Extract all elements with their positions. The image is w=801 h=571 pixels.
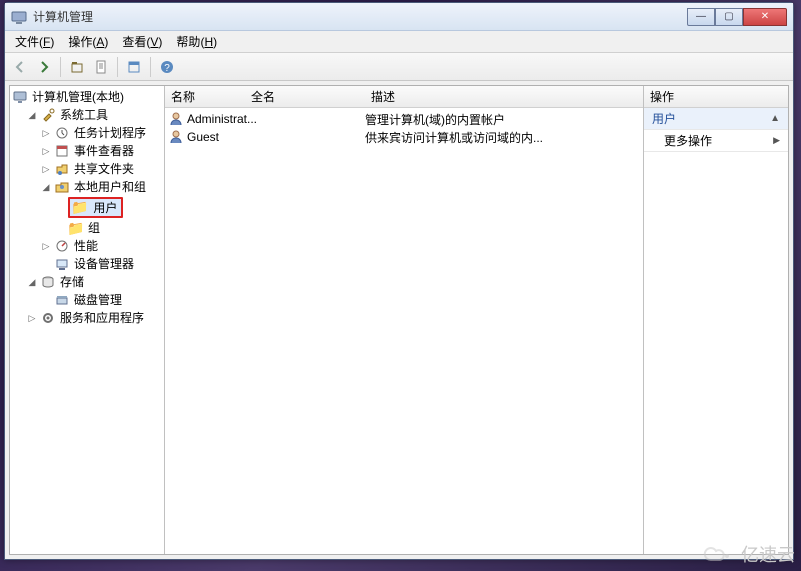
titlebar[interactable]: 计算机管理 — ▢ ✕ <box>5 3 793 31</box>
help-button[interactable]: ? <box>156 56 178 78</box>
tree-label: 存储 <box>58 274 86 290</box>
computer-icon <box>12 89 28 105</box>
actions-more[interactable]: 更多操作 ▶ <box>644 130 788 152</box>
window-title: 计算机管理 <box>33 8 687 25</box>
tree-diskmgr[interactable]: 磁盘管理 <box>38 292 164 308</box>
tree-label: 用户 <box>91 201 119 215</box>
actions-more-label: 更多操作 <box>664 132 712 149</box>
folder-icon: 📁 <box>72 199 88 215</box>
event-icon <box>54 143 70 159</box>
tree-label: 系统工具 <box>58 107 110 123</box>
tree-label: 磁盘管理 <box>72 292 124 308</box>
tree-storage[interactable]: ◢ 存储 <box>24 274 164 290</box>
menu-view[interactable]: 查看(V) <box>116 31 168 52</box>
actions-heading[interactable]: 用户 ▲ <box>644 108 788 130</box>
forward-button[interactable] <box>33 56 55 78</box>
expand-icon[interactable]: ◢ <box>40 179 52 195</box>
toolbar: ? <box>5 53 793 81</box>
user-desc: 供来宾访问计算机或访问域的内... <box>365 129 643 146</box>
column-name[interactable]: 名称 <box>165 88 245 105</box>
share-icon <box>54 161 70 177</box>
tree-label: 任务计划程序 <box>72 125 148 141</box>
user-name: Administrat... <box>187 112 257 126</box>
computer-management-window: 计算机管理 — ▢ ✕ 文件(F) 操作(A) 查看(V) 帮助(H) ? <box>4 2 794 560</box>
column-description[interactable]: 描述 <box>365 88 643 105</box>
window-buttons: — ▢ ✕ <box>687 8 787 26</box>
chevron-up-icon: ▲ <box>770 113 780 124</box>
tree-system-tools[interactable]: ◢ 系统工具 <box>24 107 164 123</box>
expand-icon[interactable]: ◢ <box>26 274 38 290</box>
storage-icon <box>40 274 56 290</box>
toolbar-separator <box>117 57 118 77</box>
disk-icon <box>54 292 70 308</box>
tree-label: 事件查看器 <box>72 143 136 159</box>
user-icon <box>169 111 183 128</box>
tree-devmgr[interactable]: 设备管理器 <box>38 256 164 272</box>
list-pane: 名称 全名 描述 Administrat... 管理计算机(域)的内置帐户 G <box>165 86 644 554</box>
tree-users[interactable]: 📁 用户 <box>52 197 164 218</box>
back-button[interactable] <box>9 56 31 78</box>
collapse-icon[interactable]: ▷ <box>40 143 52 159</box>
menu-action[interactable]: 操作(A) <box>62 31 114 52</box>
tree-eventviewer[interactable]: ▷ 事件查看器 <box>38 143 164 159</box>
user-name: Guest <box>187 130 219 144</box>
services-icon <box>40 310 56 326</box>
tree-label: 性能 <box>72 238 100 254</box>
up-button[interactable] <box>66 56 88 78</box>
tree-label: 设备管理器 <box>72 256 136 272</box>
tree-services[interactable]: ▷ 服务和应用程序 <box>24 310 164 326</box>
collapse-icon[interactable]: ▷ <box>26 310 38 326</box>
list-header[interactable]: 名称 全名 描述 <box>165 86 643 108</box>
menu-help[interactable]: 帮助(H) <box>170 31 223 52</box>
tools-icon <box>40 107 56 123</box>
tree-label: 计算机管理(本地) <box>30 89 126 105</box>
clock-icon <box>54 125 70 141</box>
app-icon <box>11 9 27 25</box>
tree-pane[interactable]: 计算机管理(本地) ◢ 系统工具 ▷ 任务计划程序 <box>10 86 165 554</box>
folder-icon: 📁 <box>68 220 84 236</box>
tree-label: 共享文件夹 <box>72 161 136 177</box>
perf-icon <box>54 238 70 254</box>
users-folder-icon <box>54 179 70 195</box>
user-desc: 管理计算机(域)的内置帐户 <box>365 111 643 128</box>
collapse-icon[interactable]: ▷ <box>40 238 52 254</box>
toolbar-separator <box>150 57 151 77</box>
list-row[interactable]: Administrat... 管理计算机(域)的内置帐户 <box>165 110 643 128</box>
refresh-button[interactable] <box>123 56 145 78</box>
tree-label: 服务和应用程序 <box>58 310 146 326</box>
tree-label: 组 <box>86 220 102 236</box>
toolbar-separator <box>60 57 61 77</box>
tree-shared[interactable]: ▷ 共享文件夹 <box>38 161 164 177</box>
properties-button[interactable] <box>90 56 112 78</box>
svg-text:?: ? <box>164 63 170 74</box>
tree-perf[interactable]: ▷ 性能 <box>38 238 164 254</box>
tree-root[interactable]: 计算机管理(本地) <box>10 89 164 105</box>
collapse-icon[interactable]: ▷ <box>40 161 52 177</box>
chevron-right-icon: ▶ <box>773 135 780 146</box>
tree-groups[interactable]: 📁 组 <box>52 220 164 236</box>
column-fullname[interactable]: 全名 <box>245 88 365 105</box>
minimize-button[interactable]: — <box>687 8 715 26</box>
expand-icon[interactable]: ◢ <box>26 107 38 123</box>
maximize-button[interactable]: ▢ <box>715 8 743 26</box>
list-row[interactable]: Guest 供来宾访问计算机或访问域的内... <box>165 128 643 146</box>
menubar: 文件(F) 操作(A) 查看(V) 帮助(H) <box>5 31 793 53</box>
user-icon <box>169 129 183 146</box>
body: 计算机管理(本地) ◢ 系统工具 ▷ 任务计划程序 <box>9 85 789 555</box>
list-body[interactable]: Administrat... 管理计算机(域)的内置帐户 Guest 供来宾访问… <box>165 108 643 148</box>
actions-heading-label: 用户 <box>652 110 676 127</box>
actions-pane: 操作 用户 ▲ 更多操作 ▶ <box>644 86 788 554</box>
tree-scheduler[interactable]: ▷ 任务计划程序 <box>38 125 164 141</box>
device-icon <box>54 256 70 272</box>
tree-label: 本地用户和组 <box>72 179 148 195</box>
close-button[interactable]: ✕ <box>743 8 787 26</box>
tree-localusers[interactable]: ◢ 本地用户和组 <box>38 179 164 195</box>
collapse-icon[interactable]: ▷ <box>40 125 52 141</box>
actions-header: 操作 <box>644 86 788 108</box>
menu-file[interactable]: 文件(F) <box>9 31 60 52</box>
